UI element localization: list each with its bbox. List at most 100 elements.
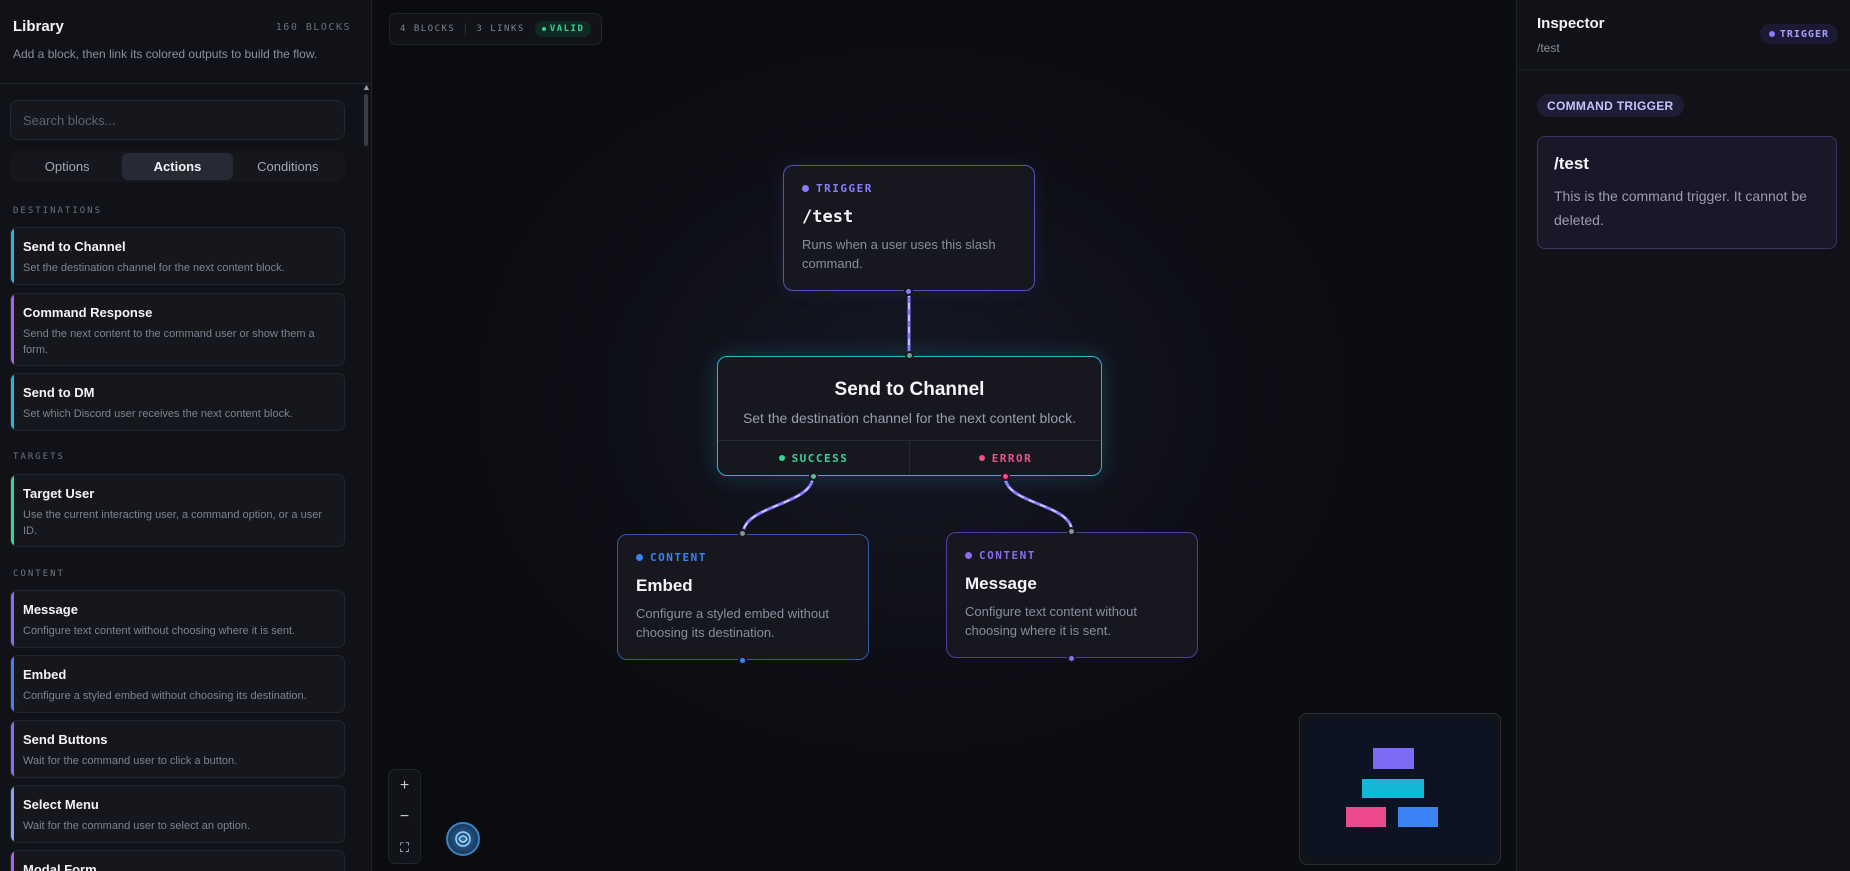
block-card-select-menu[interactable]: Select Menu Wait for the command user to…	[10, 785, 345, 843]
block-title: Modal Form	[23, 862, 97, 871]
node-tag: CONTENT	[636, 551, 850, 564]
library-subtitle: Add a block, then link its colored outpu…	[13, 47, 318, 61]
block-title: Send to Channel	[23, 239, 126, 254]
zoom-in-button[interactable]: +	[389, 770, 420, 801]
block-title: Target User	[23, 486, 95, 501]
brain-icon	[455, 831, 471, 847]
block-desc: Wait for the command user to click a but…	[23, 755, 238, 767]
success-output[interactable]: SUCCESS	[718, 441, 910, 475]
block-card-send-to-channel[interactable]: Send to Channel Set the destination chan…	[10, 227, 345, 285]
node-tag-label: CONTENT	[979, 549, 1036, 562]
minimap-message-block	[1398, 807, 1438, 827]
block-title: Send Buttons	[23, 732, 108, 747]
trigger-dot-icon	[1768, 31, 1775, 37]
success-label: SUCCESS	[791, 451, 849, 465]
library-header: Library 160 BLOCKS Add a block, then lin…	[0, 0, 371, 84]
tab-actions[interactable]: Actions	[122, 153, 233, 180]
block-card-send-to-dm[interactable]: Send to DM Set which Discord user receiv…	[10, 373, 345, 431]
block-card-message[interactable]: Message Configure text content without c…	[10, 590, 345, 648]
minimap-channel-block	[1362, 779, 1424, 798]
app-root: Library 160 BLOCKS Add a block, then lin…	[0, 0, 1850, 871]
minimap[interactable]	[1299, 713, 1501, 865]
block-title: Message	[23, 602, 78, 617]
error-dot-icon	[978, 455, 985, 461]
input-handle[interactable]	[905, 351, 914, 360]
output-row: SUCCESS ERROR	[718, 440, 1101, 475]
block-desc: Configure text content without choosing …	[23, 625, 296, 637]
block-desc: Use the current interacting user, a comm…	[23, 509, 322, 537]
trigger-node[interactable]: TRIGGER /test Runs when a user uses this…	[783, 165, 1035, 296]
inspector-info-card: /test This is the command trigger. It ca…	[1537, 136, 1837, 249]
content-dot-icon	[965, 552, 972, 559]
node-tag: CONTENT	[965, 549, 1179, 562]
section-label-destinations: DESTINATIONS	[13, 206, 103, 216]
tab-conditions[interactable]: Conditions	[233, 153, 343, 180]
section-label-targets: TARGETS	[13, 452, 65, 462]
send-to-channel-node[interactable]: Send to Channel Set the destination chan…	[717, 351, 1102, 481]
success-handle[interactable]	[809, 472, 818, 481]
trigger-dot-icon	[802, 185, 809, 192]
library-scrollbar[interactable]: ▲	[362, 82, 371, 148]
output-handle[interactable]	[738, 656, 747, 665]
library-tabs: Options Actions Conditions	[10, 151, 345, 182]
library-block-count: 160 BLOCKS	[275, 22, 351, 33]
input-handle[interactable]	[738, 529, 747, 538]
error-label: ERROR	[991, 451, 1033, 465]
block-desc: Send the next content to the command use…	[23, 328, 315, 356]
node-title: Send to Channel	[834, 379, 985, 400]
minimap-trigger-block	[1373, 748, 1414, 769]
block-desc: Set which Discord user receives the next…	[23, 408, 293, 420]
block-card-embed[interactable]: Embed Configure a styled embed without c…	[10, 655, 345, 713]
section-label-content: CONTENT	[13, 569, 65, 579]
embed-node[interactable]: CONTENT Embed Configure a styled embed w…	[617, 529, 869, 665]
tab-options[interactable]: Options	[12, 153, 122, 180]
inspector-card-title: /test	[1554, 154, 1589, 173]
block-card-target-user[interactable]: Target User Use the current interacting …	[10, 474, 345, 547]
node-desc: Configure text content without choosing …	[965, 604, 1137, 638]
node-tag-label: CONTENT	[650, 551, 707, 564]
node-title: Embed	[636, 576, 693, 595]
wire-error-message[interactable]	[1003, 475, 1074, 533]
input-handle[interactable]	[1067, 527, 1076, 536]
library-sidebar: Library 160 BLOCKS Add a block, then lin…	[0, 0, 372, 871]
error-output[interactable]: ERROR	[910, 441, 1101, 475]
minimap-embed-block	[1346, 807, 1386, 827]
zoom-controls: + − ⛶	[388, 769, 421, 864]
block-title: Select Menu	[23, 797, 99, 812]
search-input[interactable]	[10, 100, 345, 140]
inspector-panel: Inspector /test TRIGGER COMMAND TRIGGER …	[1516, 0, 1850, 871]
block-title: Embed	[23, 667, 67, 682]
node-title: Message	[965, 574, 1037, 593]
content-dot-icon	[636, 554, 643, 561]
scrollbar-thumb[interactable]	[364, 94, 368, 146]
node-desc: Runs when a user uses this slash command…	[802, 237, 996, 271]
command-trigger-chip: COMMAND TRIGGER	[1537, 94, 1684, 117]
inspector-card-desc: This is the command trigger. It cannot b…	[1554, 188, 1807, 228]
minimap-viewport	[1307, 721, 1493, 857]
node-tag-label: TRIGGER	[816, 182, 873, 195]
block-title: Send to DM	[23, 385, 95, 400]
error-handle[interactable]	[1001, 472, 1010, 481]
trigger-badge: TRIGGER	[1759, 24, 1838, 44]
block-card-modal-form[interactable]: Modal Form	[10, 850, 345, 871]
trigger-badge-label: TRIGGER	[1779, 28, 1829, 40]
scroll-up-icon[interactable]: ▲	[362, 82, 371, 92]
fit-view-button[interactable]: ⛶	[389, 832, 420, 863]
assistant-logo-icon[interactable]	[446, 822, 480, 856]
output-handle[interactable]	[1067, 654, 1076, 663]
block-desc: Wait for the command user to select an o…	[23, 820, 251, 832]
output-handle[interactable]	[904, 287, 913, 296]
block-card-send-buttons[interactable]: Send Buttons Wait for the command user t…	[10, 720, 345, 778]
block-desc: Set the destination channel for the next…	[23, 262, 285, 274]
node-title: /test	[802, 207, 854, 227]
block-desc: Configure a styled embed without choosin…	[23, 690, 307, 702]
zoom-out-button[interactable]: −	[389, 801, 420, 832]
wire-success-embed-flow	[742, 475, 814, 535]
node-desc: Configure a styled embed without choosin…	[636, 606, 829, 640]
node-tag: TRIGGER	[802, 182, 1016, 195]
block-title: Command Response	[23, 305, 153, 320]
success-dot-icon	[778, 455, 785, 461]
flow-canvas[interactable]: 4 BLOCKS 3 LINKS VALID TRIGGER /test Run…	[372, 0, 1516, 871]
message-node[interactable]: CONTENT Message Configure text content w…	[946, 527, 1198, 663]
block-card-command-response[interactable]: Command Response Send the next content t…	[10, 293, 345, 366]
